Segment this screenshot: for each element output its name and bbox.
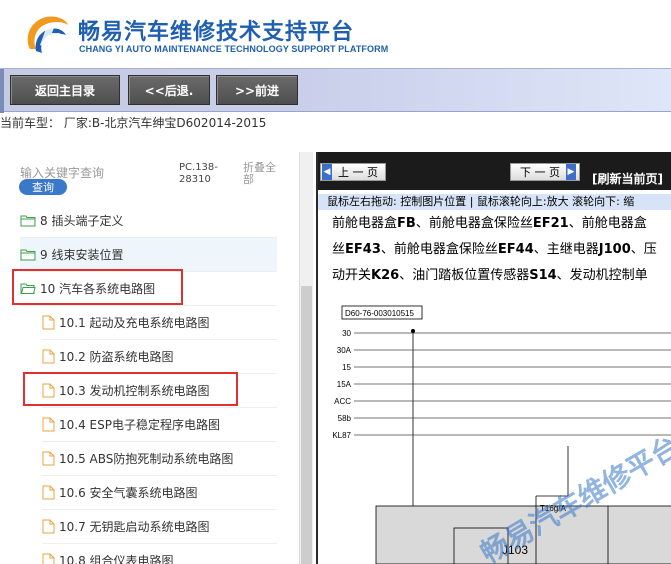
home-button[interactable]: 返回主目录 [10,75,120,105]
file-icon [42,417,55,432]
usage-hint: 鼠标左右拖动: 控制图片位置 | 鼠标滚轮向上:放大 滚轮向下: 缩 [318,194,671,210]
folder-icon [20,249,36,261]
tree-item[interactable]: 8 插头端子定义 [20,204,277,238]
prev-page-button[interactable]: ◀ 上 一 页 [320,163,386,181]
tree-item[interactable]: 10.4 ESP电子稳定程序电路图 [42,408,277,442]
file-icon [42,519,55,534]
back-button[interactable]: <<后退. [128,75,210,105]
catalog-panel: 输入关键字查询 查询 PC.138-28310 折叠全部 8 插头端子定义 9 线… [0,152,314,564]
tree-item[interactable]: 10.6 安全气囊系统电路图 [42,476,277,510]
file-icon [42,315,55,330]
rail-label: KL87 [332,431,351,440]
nav-bar: 返回主目录 <<后退. >>前进 [0,68,671,113]
wiring-diagram[interactable]: D60-76-003010515 3030A1515AACC58bKL87 T1… [318,296,671,564]
scroll-thumb[interactable] [301,286,312,564]
document-viewer: ◀ 上 一 页 下 一 页 ▶ [刷新当前页] 鼠标左右拖动: 控制图片位置 |… [316,152,671,564]
file-icon [42,485,55,500]
power-rails: 30 30A 15 15A ACC 58b KL87 [332,329,671,440]
pc-code: PC.138-28310 [179,162,218,185]
folder-icon [20,215,36,227]
arrow-left-icon: ◀ [322,164,332,180]
next-page-button[interactable]: 下 一 页 ▶ [510,163,580,181]
highlight-box [12,269,183,305]
diagram-code: D60-76-003010515 [345,309,414,318]
arrow-right-icon: ▶ [566,164,576,180]
tree-item[interactable]: 10.7 无钥匙启动系统电路图 [42,510,277,544]
tree-item-label: 10.4 ESP电子稳定程序电路图 [59,418,220,432]
collapse-all-button[interactable]: 折叠全部 [243,162,283,186]
tree-item-label: 10.2 防盗系统电路图 [59,350,174,364]
file-icon [42,553,55,564]
rail-label: 30A [337,346,352,355]
doc-text-line: 前舱电器盒FB、前舱电器盒保险丝EF21、前舱电器盒 [332,216,647,231]
rail-label: 30 [342,329,351,338]
rail-label: 15A [337,380,352,389]
tree-item[interactable]: 10.2 防盗系统电路图 [42,340,277,374]
tree-item-label: 10.1 起动及充电系统电路图 [59,316,210,330]
search-button[interactable]: 查询 [19,179,67,195]
file-icon [42,349,55,364]
tree-item-label: 10.7 无钥匙启动系统电路图 [59,520,210,534]
current-model: 当前车型： 厂家:B-北京汽车绅宝D602014-2015 [0,116,267,130]
tree-item-label: 10.6 安全气囊系统电路图 [59,486,198,500]
rail-label: 58b [338,414,352,423]
catalog-scrollbar[interactable] [299,152,313,564]
brand-title-en: CHANG YI AUTO MAINTENANCE TECHNOLOGY SUP… [79,44,389,54]
forward-button[interactable]: >>前进 [216,75,298,105]
rail-label: ACC [334,397,351,406]
tree-item-label: 9 线束安装位置 [40,248,124,262]
file-icon [42,451,55,466]
viewer-toolbar: ◀ 上 一 页 下 一 页 ▶ [刷新当前页] [318,152,671,190]
tree-item[interactable]: 10.8 组合仪表电路图 [42,544,277,564]
header: 畅易汽车维修技术支持平台 CHANG YI AUTO MAINTENANCE T… [0,0,671,68]
brand-title-cn: 畅易汽车维修技术支持平台 [78,20,355,45]
tree-item[interactable]: 10.1 起动及充电系统电路图 [42,306,277,340]
tree-item[interactable]: 10.5 ABS防抱死制动系统电路图 [42,442,277,476]
highlight-box [23,372,238,406]
brand-logo-icon [27,16,68,53]
rail-label: 15 [342,363,351,372]
refresh-page-button[interactable]: [刷新当前页] [592,170,663,187]
tree-item-label: 8 插头端子定义 [40,214,124,228]
tree-item-label: 10.5 ABS防抱死制动系统电路图 [59,452,234,466]
tree-item[interactable]: 9 线束安装位置 [20,238,277,272]
doc-text-line: 丝EF43、前舱电器盒保险丝EF44、主继电器J100、压 [332,242,657,257]
tree-item-label: 10.8 组合仪表电路图 [59,554,174,564]
doc-text-line: 动开关K26、油门踏板位置传感器S14、发动机控制单 [332,268,648,283]
